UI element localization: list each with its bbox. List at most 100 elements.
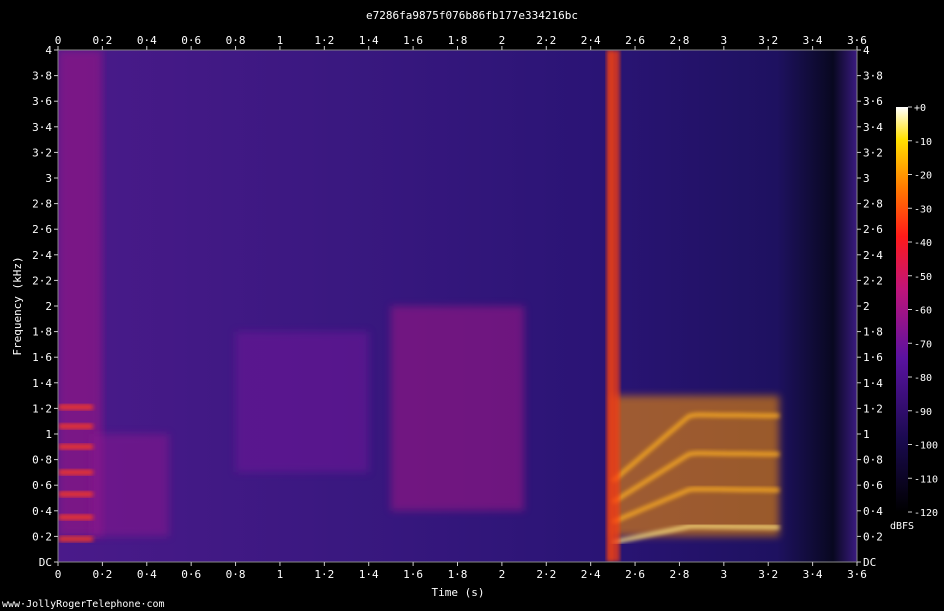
x-axis-label: Time (s) xyxy=(432,586,485,599)
energy-region-1 xyxy=(91,434,169,537)
x-tick-label-top: 0·8 xyxy=(226,34,246,47)
colorbar-ticks: +0 -10 -20 -30 -40 -50 -60 -70 -80 -90 -100 -110 -12… xyxy=(908,103,938,519)
early-harmonic-1 xyxy=(58,514,94,521)
x-tick-label-top: 2·6 xyxy=(625,34,645,47)
colorbar-tick-label: -110 xyxy=(914,474,938,485)
y-tick-label-right: 3·6 xyxy=(863,95,883,108)
early-harmonic-4 xyxy=(58,443,94,450)
colorbar-tick-label: -30 xyxy=(914,204,932,215)
x-tick-label-bottom: 2·4 xyxy=(581,568,601,581)
x-tick-label-top: 2·8 xyxy=(670,34,690,47)
y-tick-label-right: 2·4 xyxy=(863,249,883,262)
x-tick-label-top: 1·2 xyxy=(314,34,334,47)
onset-streak xyxy=(606,50,620,562)
x-tick-label-bottom: 3·4 xyxy=(803,568,823,581)
y-tick-label-right: 4 xyxy=(863,44,870,57)
y-tick-label-right: 0·2 xyxy=(863,530,883,543)
y-tick-label-right: DC xyxy=(863,556,876,569)
y-tick-label-left: 1·2 xyxy=(32,402,52,415)
y-tick-label-right: 1 xyxy=(863,428,870,441)
x-tick-label-bottom: 2·8 xyxy=(670,568,690,581)
x-tick-label-top: 3 xyxy=(721,34,728,47)
colorbar-tick-label: -100 xyxy=(914,441,938,452)
x-tick-label-bottom: 0·2 xyxy=(92,568,112,581)
y-axis-right: DC 0·2 0·4 0·6 0·8 1 1·2 1·4 1·6 1·8 2 2·2 2·4 2·6 2·8… xyxy=(857,44,883,569)
colorbar-tick-label: -80 xyxy=(914,373,932,384)
y-tick-label-left: 3·4 xyxy=(32,121,52,134)
x-axis-bottom: 0 0·2 0·4 0·6 0·8 1 1·2 1·4 1·6 1·8 2 2·2 2·4 2·6 2·8 3… xyxy=(55,562,867,581)
y-tick-label-right: 3·8 xyxy=(863,70,883,83)
y-tick-label-right: 2·8 xyxy=(863,198,883,211)
colorbar-tick-label: -20 xyxy=(914,171,932,182)
plot-area xyxy=(58,50,857,562)
x-tick-label-top: 0·2 xyxy=(92,34,112,47)
x-tick-label-bottom: 0·6 xyxy=(181,568,201,581)
x-tick-label-top: 3·2 xyxy=(758,34,778,47)
x-tick-label-bottom: 3 xyxy=(721,568,728,581)
y-tick-label-right: 1·6 xyxy=(863,351,883,364)
y-tick-label-left: 2·2 xyxy=(32,274,52,287)
chart-title: e7286fa9875f076b86fb177e334216bc xyxy=(366,9,578,22)
early-harmonic-2 xyxy=(58,491,94,498)
x-tick-label-top: 1·6 xyxy=(403,34,423,47)
y-tick-label-left: 3·2 xyxy=(32,146,52,159)
y-axis-left: DC 0·2 0·4 0·6 0·8 1 1·2 1·4 1·6 1·8 2 2·2 2·4 2·6 2·8… xyxy=(32,44,58,569)
colorbar-tick-label: -120 xyxy=(914,508,938,519)
energy-region-2 xyxy=(235,331,369,473)
x-tick-label-bottom: 0·4 xyxy=(137,568,157,581)
y-tick-label-left: 0·4 xyxy=(32,505,52,518)
x-tick-label-bottom: 1 xyxy=(277,568,284,581)
y-tick-label-left: 1·6 xyxy=(32,351,52,364)
y-tick-label-left: 2 xyxy=(45,300,52,313)
y-tick-label-right: 0·4 xyxy=(863,505,883,518)
colorbar-label: dBFS xyxy=(890,521,914,532)
y-tick-label-right: 0·8 xyxy=(863,454,883,467)
x-tick-label-bottom: 1·8 xyxy=(448,568,468,581)
x-tick-label-bottom: 1·2 xyxy=(314,568,334,581)
colorbar-tick-label: -90 xyxy=(914,407,932,418)
x-tick-label-top: 1·8 xyxy=(448,34,468,47)
early-harmonic-0 xyxy=(58,535,94,542)
x-tick-label-bottom: 1·4 xyxy=(359,568,379,581)
early-harmonic-5 xyxy=(58,423,94,430)
y-tick-label-left: 2·6 xyxy=(32,223,52,236)
x-tick-label-top: 0·4 xyxy=(137,34,157,47)
colorbar-gradient xyxy=(896,107,908,512)
x-tick-label-top: 2 xyxy=(499,34,506,47)
x-tick-label-bottom: 3·6 xyxy=(847,568,867,581)
x-tick-label-top: 1·4 xyxy=(359,34,379,47)
colorbar-tick-label: -70 xyxy=(914,339,932,350)
early-harmonic-3 xyxy=(58,469,94,476)
x-tick-label-bottom: 3·2 xyxy=(758,568,778,581)
x-tick-label-bottom: 0 xyxy=(55,568,62,581)
y-tick-label-right: 3·4 xyxy=(863,121,883,134)
y-tick-label-right: 2·2 xyxy=(863,274,883,287)
x-tick-label-top: 0·6 xyxy=(181,34,201,47)
y-tick-label-left: 2·8 xyxy=(32,198,52,211)
colorbar-tick-label: -40 xyxy=(914,238,932,249)
y-tick-label-right: 2 xyxy=(863,300,870,313)
y-tick-label-left: 4 xyxy=(45,44,52,57)
x-tick-label-bottom: 2 xyxy=(499,568,506,581)
colorbar-tick-label: -50 xyxy=(914,272,932,283)
watermark: www·JollyRogerTelephone·com xyxy=(2,599,165,610)
x-tick-label-top: 0 xyxy=(55,34,62,47)
energy-region-3 xyxy=(390,306,525,511)
x-axis-top: 0 0·2 0·4 0·6 0·8 1 1·2 1·4 1·6 1·8 2 2·2 2·4 2·6 2·8 3… xyxy=(55,34,867,50)
x-tick-label-top: 1 xyxy=(277,34,284,47)
y-tick-label-right: 1·2 xyxy=(863,402,883,415)
colorbar-tick-label: -10 xyxy=(914,137,932,148)
y-tick-label-right: 2·6 xyxy=(863,223,883,236)
early-harmonic-6 xyxy=(58,404,94,411)
y-tick-label-right: 1·8 xyxy=(863,326,883,339)
y-tick-label-left: 0·2 xyxy=(32,530,52,543)
colorbar-tick-label: -60 xyxy=(914,306,932,317)
y-tick-label-left: 2·4 xyxy=(32,249,52,262)
x-tick-label-top: 2·4 xyxy=(581,34,601,47)
y-tick-label-right: 3·2 xyxy=(863,146,883,159)
x-tick-label-bottom: 0·8 xyxy=(226,568,246,581)
y-tick-label-left: DC xyxy=(39,556,52,569)
x-tick-label-bottom: 2·2 xyxy=(536,568,556,581)
x-tick-label-bottom: 1·6 xyxy=(403,568,423,581)
colorbar: +0 -10 -20 -30 -40 -50 -60 -70 -80 -90 -100 -110 -12… xyxy=(890,103,938,532)
